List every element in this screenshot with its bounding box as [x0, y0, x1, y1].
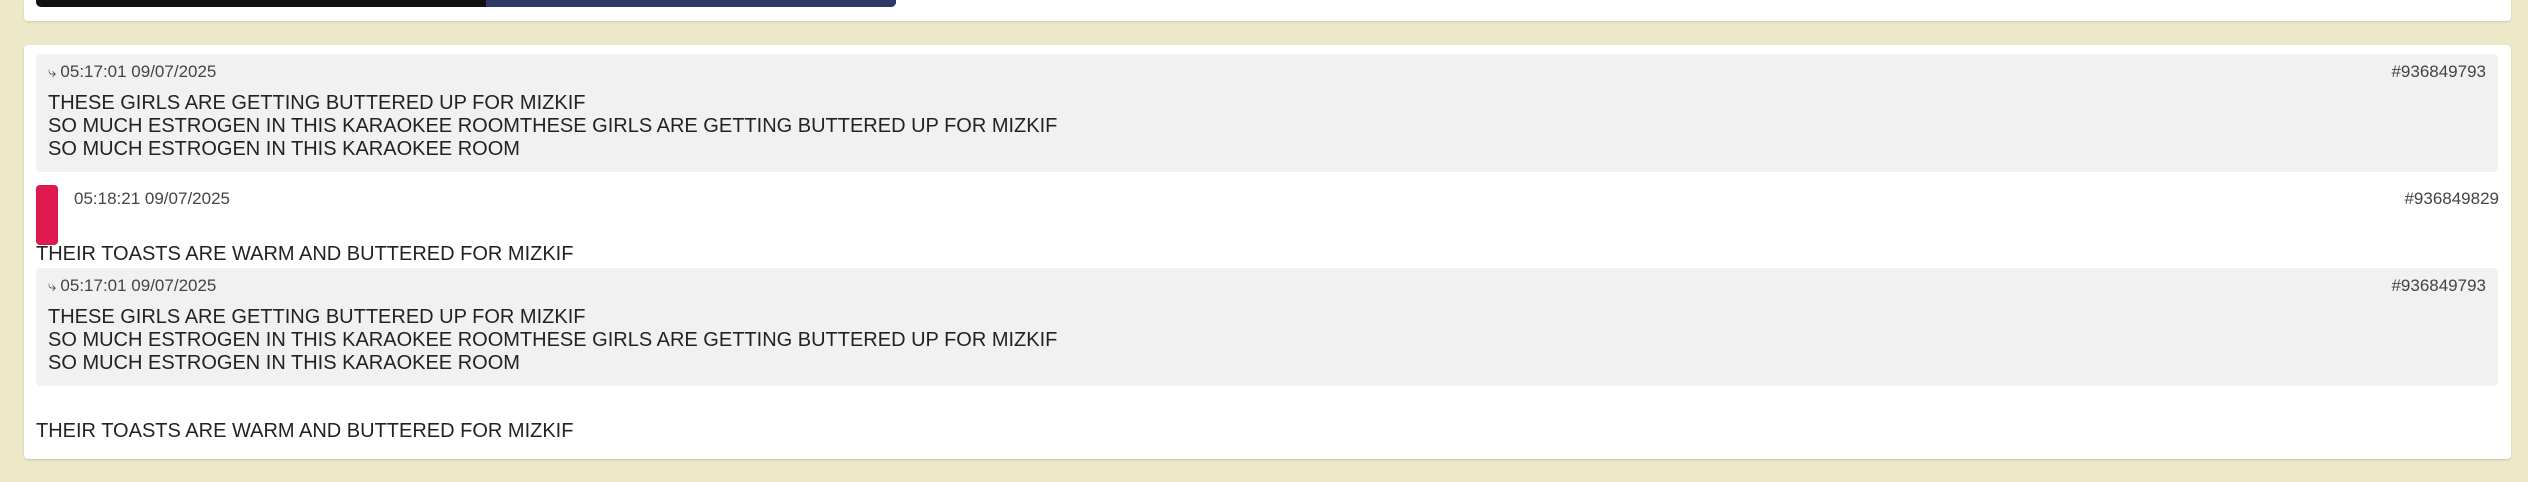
previous-post-card [24, 0, 2511, 21]
post-text-repeat: THEIR TOASTS ARE WARM AND BUTTERED FOR M… [36, 420, 574, 442]
post-header: 05:18:21 09/07/2025 #936849829 [36, 185, 2499, 245]
quoted-post-line: THESE GIRLS ARE GETTING BUTTERED UP FOR … [48, 306, 586, 328]
quoted-post[interactable]: ⤷ 05:17:01 09/07/2025 #936849793 THESE GI… [36, 54, 2498, 172]
quoted-post-line: SO MUCH ESTROGEN IN THIS KARAOKEE ROOM [48, 138, 520, 160]
post-text: THEIR TOASTS ARE WARM AND BUTTERED FOR M… [36, 243, 574, 265]
quoted-post-line: SO MUCH ESTROGEN IN THIS KARAOKEE ROOM [48, 352, 520, 374]
previous-post-image-right [486, 0, 896, 7]
quoted-post-time: 05:17:01 09/07/2025 [60, 276, 217, 295]
quoted-post-header: ⤷ 05:17:01 09/07/2025 [48, 276, 216, 296]
post-id[interactable]: #936849829 [2404, 189, 2499, 209]
quoted-post-line: SO MUCH ESTROGEN IN THIS KARAOKEE ROOMTH… [48, 115, 1058, 137]
quoted-post-line: THESE GIRLS ARE GETTING BUTTERED UP FOR … [48, 92, 586, 114]
quoted-post[interactable]: ⤷ 05:17:01 09/07/2025 #936849793 THESE GI… [36, 268, 2498, 386]
quoted-post-line: SO MUCH ESTROGEN IN THIS KARAOKEE ROOMTH… [48, 329, 1058, 351]
quoted-post-body: THESE GIRLS ARE GETTING BUTTERED UP FOR … [48, 306, 1057, 375]
reply-arrow-icon: ⤷ [48, 278, 57, 295]
quoted-post-time: 05:17:01 09/07/2025 [60, 62, 217, 81]
post-time: 05:18:21 09/07/2025 [74, 189, 230, 208]
previous-post-image[interactable] [36, 0, 896, 7]
quoted-post-id[interactable]: #936849793 [2391, 276, 2486, 296]
quoted-post-id[interactable]: #936849793 [2391, 62, 2486, 82]
quoted-post-header: ⤷ 05:17:01 09/07/2025 [48, 62, 216, 82]
avatar[interactable] [36, 185, 58, 245]
post-card: ⤷ 05:17:01 09/07/2025 #936849793 THESE GI… [24, 45, 2511, 459]
quoted-post-body: THESE GIRLS ARE GETTING BUTTERED UP FOR … [48, 92, 1057, 161]
reply-arrow-icon: ⤷ [48, 64, 57, 81]
